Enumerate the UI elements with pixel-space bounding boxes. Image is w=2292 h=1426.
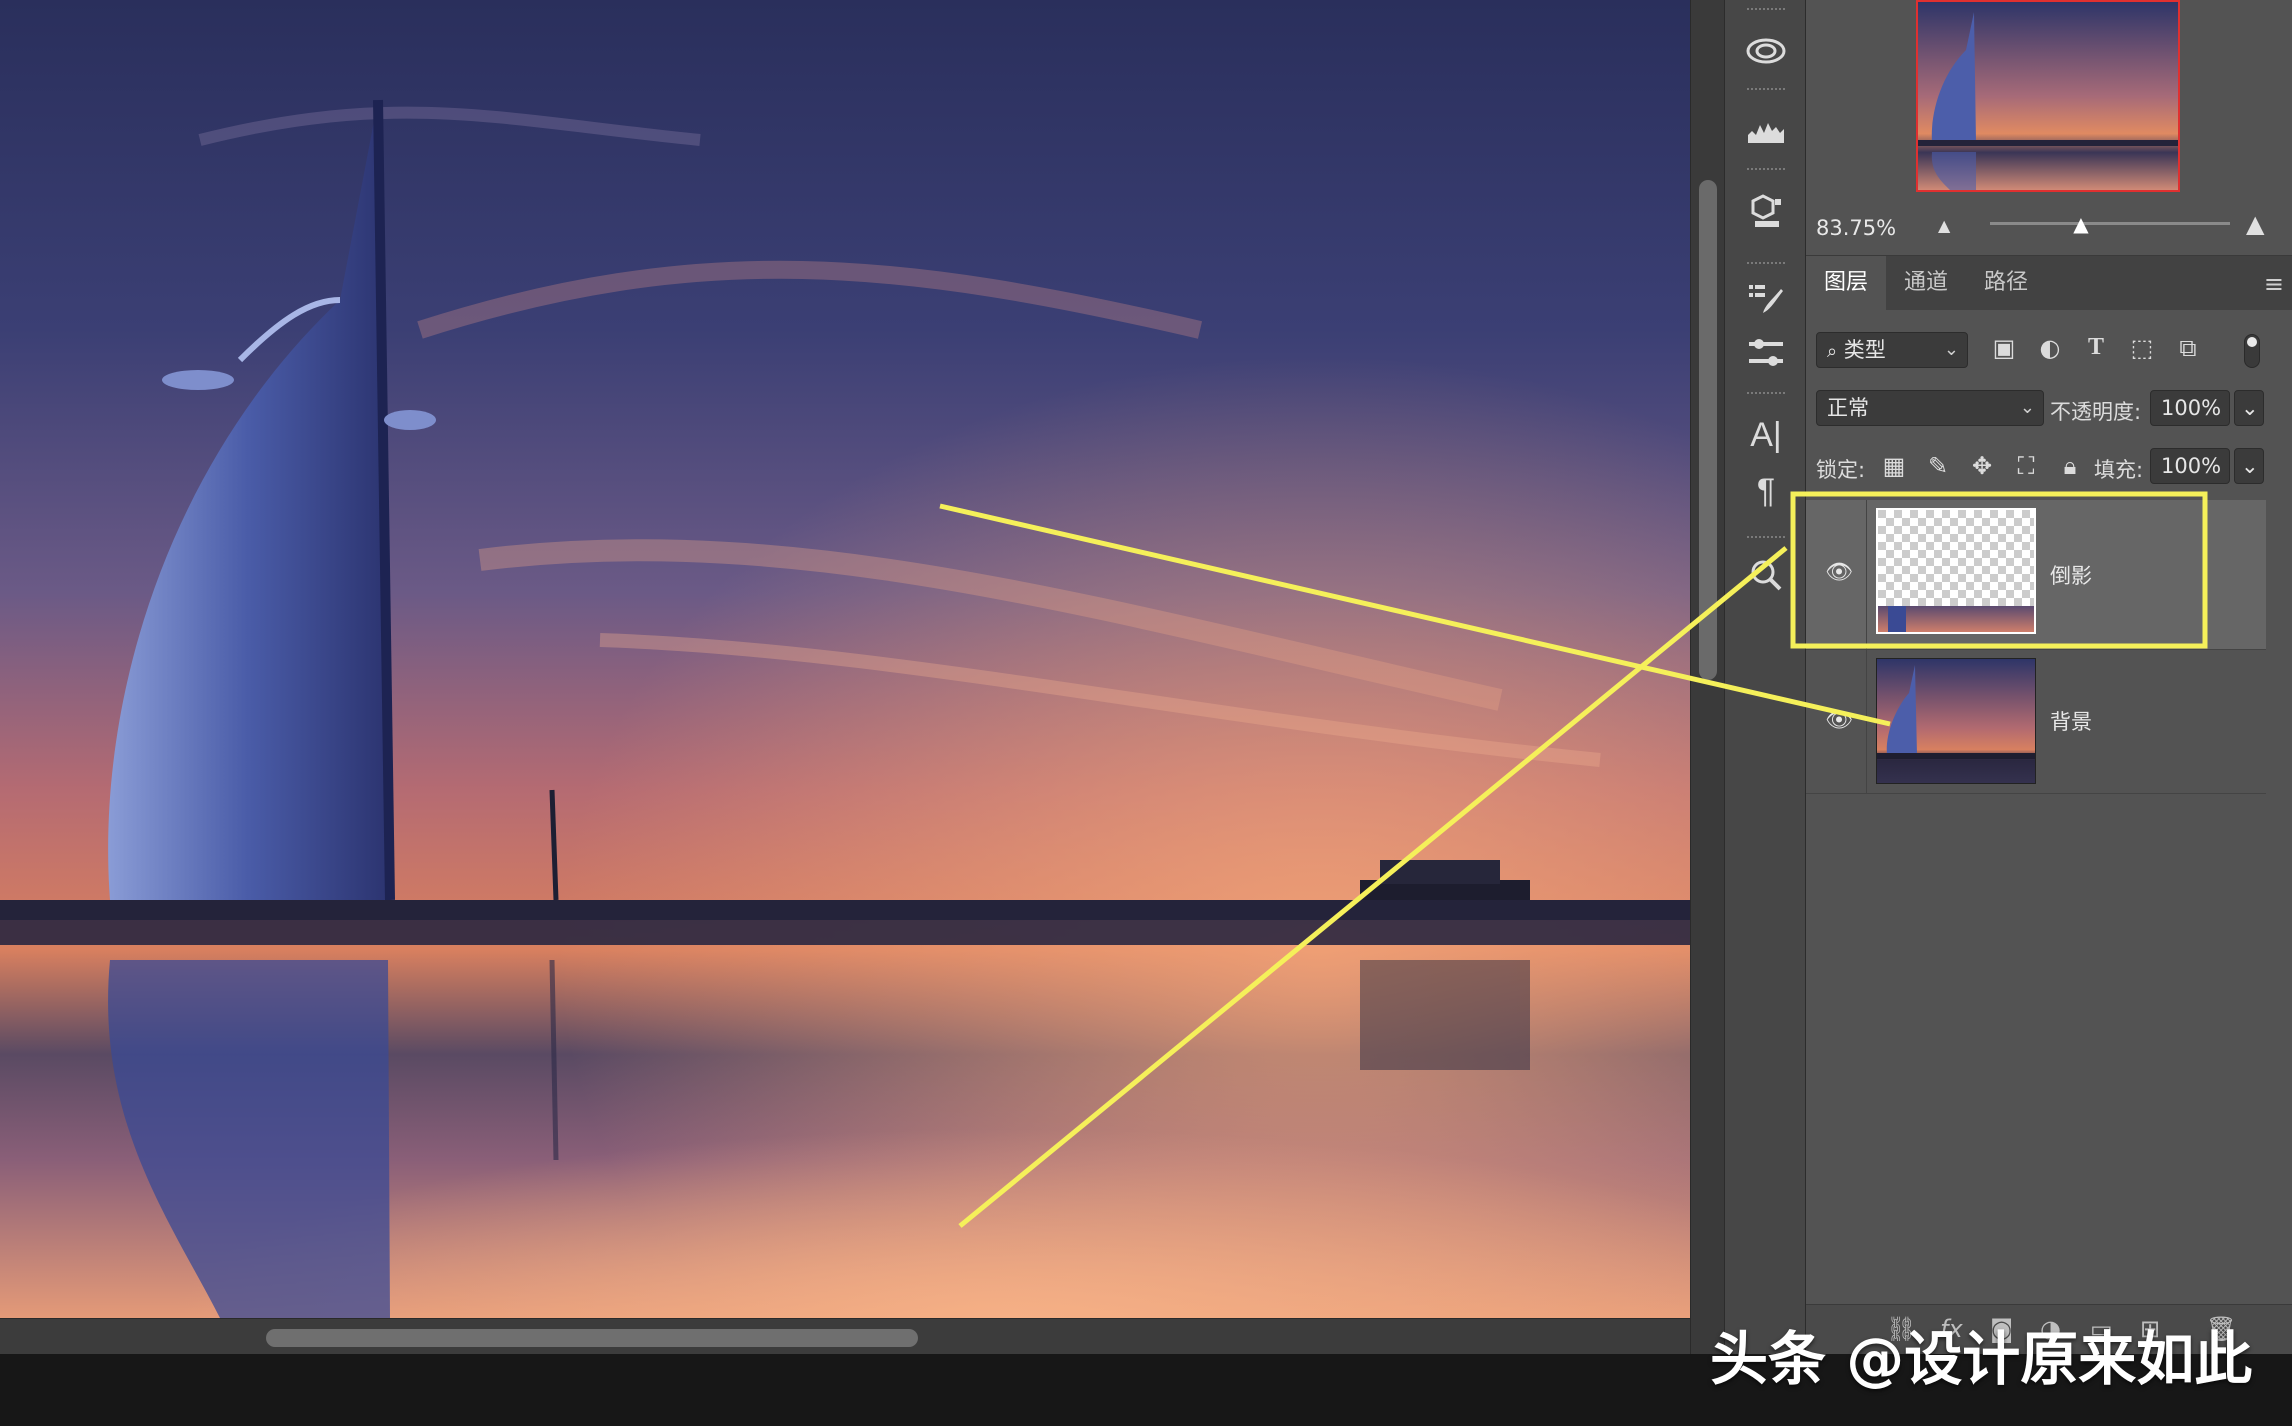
lock-transparent-pixels-icon[interactable]: ▦ <box>1878 452 1910 480</box>
shape-filter-icon[interactable]: ⬚ <box>2126 334 2158 362</box>
creative-cloud-icon[interactable] <box>1735 20 1797 82</box>
horizontal-scrollbar[interactable] <box>0 1318 1690 1354</box>
tab-paths[interactable]: 路径 <box>1966 256 2046 310</box>
zoom-in-icon[interactable]: ▲ <box>2246 210 2264 238</box>
character-icon[interactable]: A| <box>1735 404 1797 466</box>
filter-toggle[interactable] <box>2244 334 2260 368</box>
canvas-image <box>0 0 1690 1318</box>
opacity-input[interactable]: 100% <box>2150 390 2230 426</box>
smart-object-filter-icon[interactable]: ⧉ <box>2172 334 2204 362</box>
brush-presets-icon[interactable] <box>1735 268 1797 330</box>
tab-layers[interactable]: 图层 <box>1806 256 1886 310</box>
opacity-label: 不透明度: <box>2050 400 2142 424</box>
filter-kind-label: 类型 <box>1843 338 1886 362</box>
layers-panel-tabs: 图层 通道 路径 ≡ <box>1806 256 2292 310</box>
type-filter-icon[interactable]: T <box>2080 334 2112 361</box>
lock-row: 锁定: ▦ ✎ ✥ ⛶ 🔒︎ 填充: 100% ⌄ <box>1806 444 2292 488</box>
fill-input[interactable]: 100% <box>2150 448 2230 484</box>
lock-label: 锁定: <box>1816 458 1866 482</box>
chevron-down-icon: ⌄ <box>2019 397 2035 418</box>
document-canvas[interactable] <box>0 0 1690 1318</box>
pixel-filter-icon[interactable]: ▣ <box>1988 334 2020 362</box>
watermark: 头条 @设计原来如此 <box>1710 1325 2253 1393</box>
filter-kind-select[interactable]: ⌕ 类型 ⌄ <box>1816 332 1968 368</box>
layer-thumbnail <box>1876 508 2036 634</box>
fill-dropdown[interactable]: ⌄ <box>2234 448 2264 484</box>
search-icon: ⌕ <box>1827 341 1838 362</box>
lock-image-pixels-icon[interactable]: ✎ <box>1922 452 1954 480</box>
eye-icon[interactable]: 👁︎ <box>1822 704 1856 738</box>
vertical-scrollbar[interactable] <box>1690 0 1724 1354</box>
grip[interactable] <box>1747 536 1785 542</box>
chevron-down-icon: ⌄ <box>1943 339 1959 360</box>
zoom-slider[interactable] <box>1990 222 2230 225</box>
blend-mode-value: 正常 <box>1827 396 1869 420</box>
horizontal-scroll-thumb[interactable] <box>266 1329 918 1347</box>
layers-list: 👁︎ 倒影 👁︎ 背景 <box>1806 494 2292 1294</box>
navigator-preview[interactable] <box>1916 0 2180 192</box>
tab-channels[interactable]: 通道 <box>1886 256 1966 310</box>
adjustments-icon[interactable] <box>1735 322 1797 384</box>
3d-icon[interactable] <box>1735 180 1797 242</box>
opacity-dropdown[interactable]: ⌄ <box>2234 390 2264 426</box>
grip[interactable] <box>1747 392 1785 398</box>
zoom-level[interactable]: 83.75% <box>1816 216 1896 240</box>
right-panel: 83.75% ▲ ▲ ▲ 图层 通道 路径 ≡ ⌕ 类型 ⌄ ▣ ◐ T ⬚ ⧉ <box>1806 0 2292 1354</box>
blend-mode-select[interactable]: 正常 ⌄ <box>1816 390 2044 426</box>
panel-menu-icon[interactable]: ≡ <box>2264 270 2284 298</box>
grip[interactable] <box>1747 88 1785 94</box>
layer-row-reflection[interactable]: 👁︎ 倒影 <box>1806 500 2266 650</box>
layer-name[interactable]: 倒影 <box>2050 560 2092 590</box>
blend-row: 正常 ⌄ 不透明度: 100% ⌄ <box>1806 386 2292 430</box>
eye-icon[interactable]: 👁︎ <box>1822 556 1856 590</box>
lock-all-icon[interactable]: 🔒︎ <box>2054 452 2086 480</box>
grip[interactable] <box>1747 168 1785 174</box>
lock-artboard-icon[interactable]: ⛶ <box>2010 452 2042 480</box>
zoom-out-icon[interactable]: ▲ <box>1938 216 1950 235</box>
vertical-scroll-thumb[interactable] <box>1699 180 1717 680</box>
fill-label: 填充: <box>2094 458 2144 482</box>
layer-thumbnail <box>1876 658 2036 784</box>
layer-filter-row: ⌕ 类型 ⌄ ▣ ◐ T ⬚ ⧉ <box>1806 328 2292 372</box>
layer-name[interactable]: 背景 <box>2050 706 2092 736</box>
zoom-slider-handle[interactable]: ▲ <box>2070 213 2092 235</box>
layer-row-background[interactable]: 👁︎ 背景 <box>1806 650 2266 794</box>
photoshop-window: A| ¶ 83.75% ▲ ▲ ▲ 图层 通道 路径 ≡ ⌕ 类型 ⌄ ▣ ◐ … <box>0 0 2292 1426</box>
search-icon[interactable] <box>1735 544 1797 606</box>
paragraph-icon[interactable]: ¶ <box>1735 460 1797 522</box>
histogram-icon[interactable] <box>1735 100 1797 162</box>
panel-icon-strip: A| ¶ <box>1724 0 1806 1354</box>
lock-position-icon[interactable]: ✥ <box>1966 452 1998 480</box>
grip[interactable] <box>1747 8 1785 14</box>
navigator-panel: 83.75% ▲ ▲ ▲ <box>1806 0 2292 256</box>
adjustment-filter-icon[interactable]: ◐ <box>2034 334 2066 362</box>
